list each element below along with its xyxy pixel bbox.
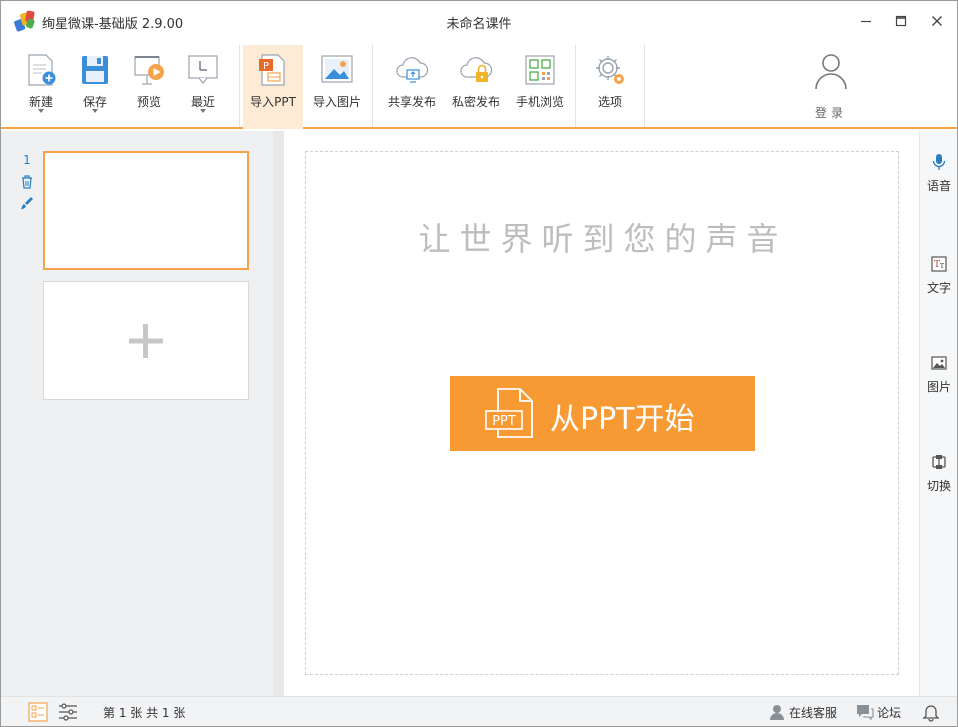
ppt-file-icon: PPT (485, 388, 533, 438)
private-publish-label: 私密发布 (451, 95, 500, 109)
voice-label: 语音 (926, 179, 951, 193)
svg-text:T: T (940, 263, 944, 270)
mobile-preview-button[interactable]: 手机浏览 (511, 45, 569, 129)
import-ppt-label: 导入PPT (250, 95, 296, 109)
import-image-button[interactable]: 导入图片 (307, 45, 367, 129)
transition-label: 切换 (926, 479, 951, 493)
status-bar: 第 1 张 共 1 张 在线客服 论坛 (1, 696, 957, 726)
outline-view-icon[interactable] (28, 702, 48, 722)
toolbar-separator (239, 45, 240, 127)
cloud-share-icon (396, 57, 429, 83)
toolbar-separator (372, 45, 373, 127)
slide-canvas-area: 让世界听到您的声音 PPT 从PPT开始 (284, 131, 919, 696)
right-tool-bar: 语音 T T 文字 图片 切换 (919, 131, 957, 696)
title-bar: 绚星微课-基础版 2.9.00 未命名课件 (1, 1, 957, 41)
preview-button[interactable]: 预览 (125, 45, 173, 129)
login-label: 登录 (814, 106, 847, 120)
new-button[interactable]: 新建 (17, 45, 65, 129)
private-publish-button[interactable]: 私密发布 (447, 45, 505, 129)
toolbar-separator (644, 45, 645, 127)
app-logo-icon (14, 10, 35, 32)
share-publish-label: 共享发布 (387, 95, 436, 109)
slide-number: 1 (23, 153, 31, 167)
share-publish-button[interactable]: 共享发布 (383, 45, 441, 129)
voice-tool-button[interactable]: 语音 (920, 153, 958, 203)
save-disk-icon (82, 56, 108, 84)
slide-canvas[interactable]: 让世界听到您的声音 PPT 从PPT开始 (305, 151, 899, 675)
gear-icon (596, 56, 624, 84)
transition-icon (932, 455, 946, 469)
recent-clock-icon (188, 55, 218, 84)
start-from-ppt-label: 从PPT开始 (550, 402, 695, 437)
preview-label: 预览 (136, 95, 161, 109)
forum-chat-icon[interactable] (855, 702, 875, 722)
settings-sliders-icon[interactable] (58, 702, 78, 722)
cloud-lock-icon (460, 57, 493, 82)
forum-link[interactable]: 论坛 (877, 704, 901, 721)
slide-list-panel: 1 (1, 131, 273, 696)
options-label: 选项 (597, 95, 622, 109)
import-ppt-icon: P (259, 54, 285, 86)
recent-label: 最近 (190, 95, 215, 109)
customer-service-icon[interactable] (767, 702, 787, 722)
toolbar-separator (575, 45, 576, 127)
new-dropdown-caret-icon[interactable] (38, 109, 44, 113)
start-from-ppt-button[interactable]: PPT 从PPT开始 (450, 376, 755, 451)
app-title: 绚星微课-基础版 2.9.00 (42, 17, 184, 32)
image-label: 图片 (926, 380, 951, 394)
new-label: 新建 (28, 95, 53, 109)
microphone-icon (932, 154, 946, 170)
svg-text:P: P (263, 61, 269, 72)
import-image-label: 导入图片 (312, 95, 361, 109)
slide-thumbnail-1[interactable] (43, 151, 249, 270)
ppt-icon-text: PPT (492, 414, 516, 429)
import-ppt-button[interactable]: P 导入PPT (243, 45, 303, 129)
transition-tool-button[interactable]: 切换 (920, 453, 958, 503)
panel-splitter[interactable] (273, 131, 284, 696)
canvas-headline: 让世界听到您的声音 (418, 220, 788, 258)
minimize-icon[interactable] (854, 9, 878, 33)
main-toolbar: 新建 保存 预览 最近 P 导入PPT 导入图片 共享发布 私密发布 手机浏览 … (1, 41, 957, 129)
qr-code-icon (525, 55, 555, 85)
options-button[interactable]: 选项 (585, 45, 635, 129)
online-support-link[interactable]: 在线客服 (789, 704, 837, 721)
mobile-preview-label: 手机浏览 (515, 95, 564, 109)
import-image-icon (321, 55, 353, 83)
text-tool-button[interactable]: T T 文字 (920, 255, 958, 305)
plus-icon (129, 323, 163, 358)
recent-dropdown-caret-icon[interactable] (200, 109, 206, 113)
text-tool-icon: T T (931, 256, 947, 272)
app-window: 绚星微课-基础版 2.9.00 未命名课件 新建 保存 预览 最近 P 导入PP… (0, 0, 958, 727)
new-file-icon (28, 54, 56, 86)
add-slide-button[interactable] (43, 281, 249, 400)
trash-icon[interactable] (19, 174, 35, 190)
save-dropdown-caret-icon[interactable] (92, 109, 98, 113)
image-tool-button[interactable]: 图片 (920, 354, 958, 404)
text-label: 文字 (926, 281, 951, 295)
image-tool-icon (931, 356, 947, 370)
preview-projector-icon (134, 56, 164, 85)
maximize-icon[interactable] (889, 9, 913, 33)
page-info: 第 1 张 共 1 张 (103, 706, 186, 720)
save-label: 保存 (82, 95, 107, 109)
notification-bell-icon[interactable] (921, 702, 941, 722)
recent-button[interactable]: 最近 (179, 45, 227, 129)
brush-icon[interactable] (19, 195, 35, 211)
close-icon[interactable] (925, 9, 949, 33)
login-button[interactable]: 登录 (791, 49, 871, 125)
save-button[interactable]: 保存 (71, 45, 119, 129)
user-avatar-icon (815, 54, 847, 90)
